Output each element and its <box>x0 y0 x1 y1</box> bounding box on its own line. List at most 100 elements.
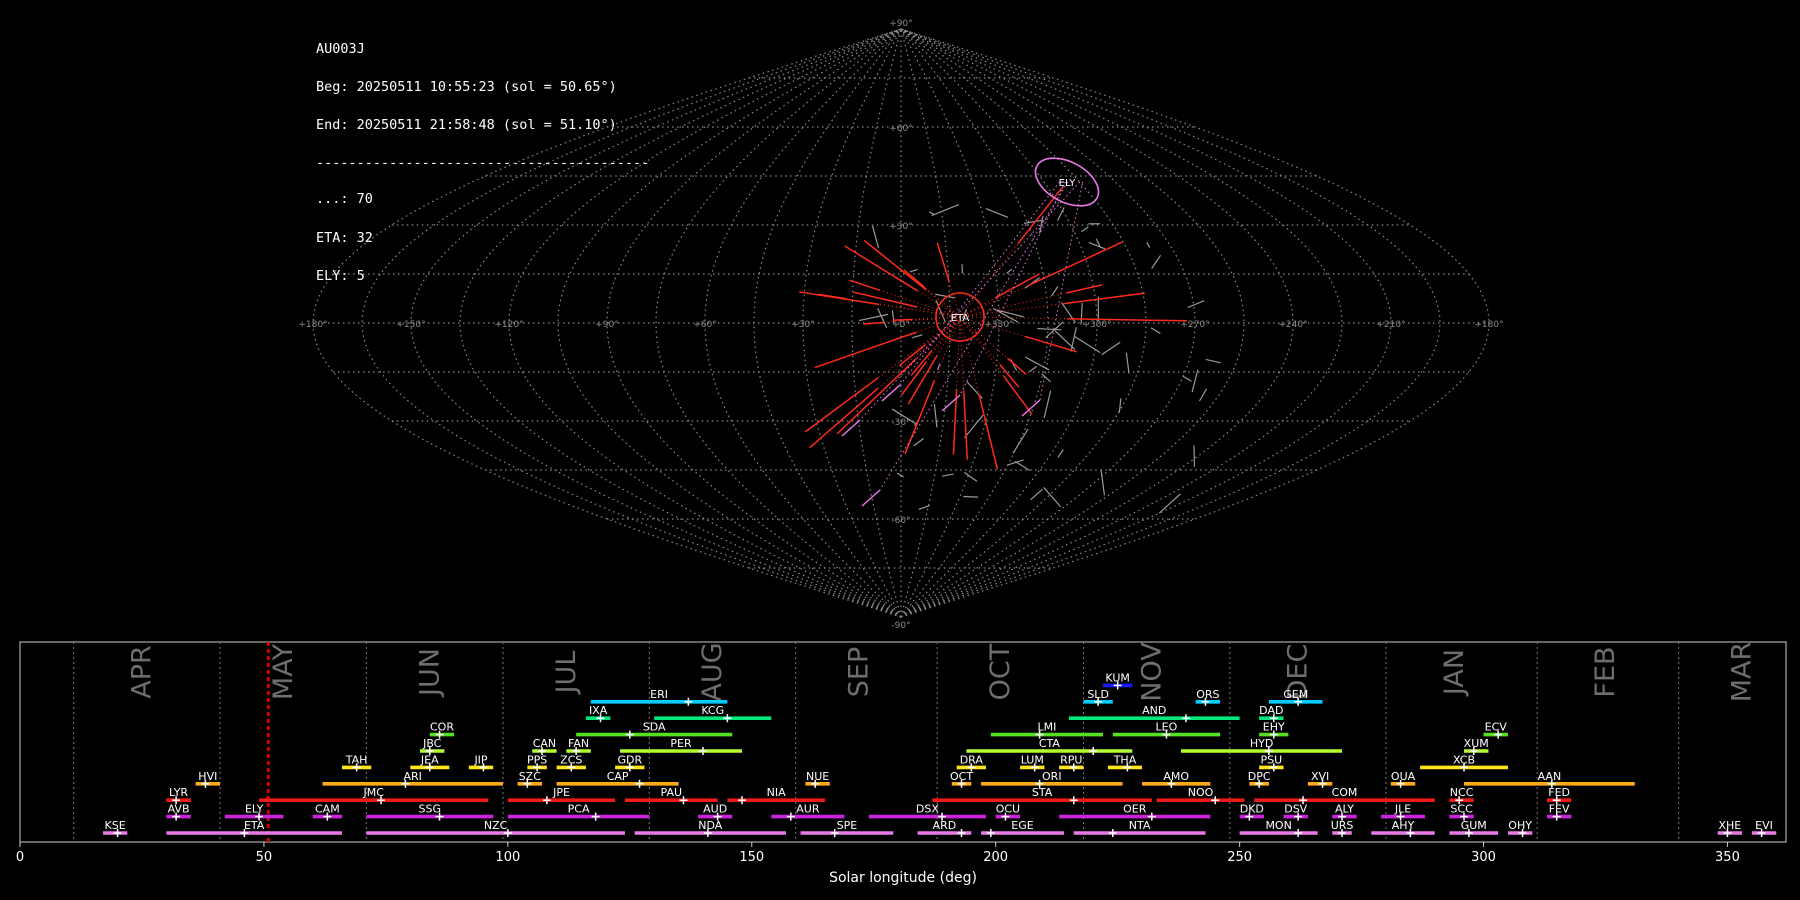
shower-label: NTA <box>1129 819 1151 832</box>
shower-can: CAN <box>532 737 557 755</box>
shower-label: SCC <box>1450 803 1473 816</box>
shower-zcs: ZCS <box>556 753 586 772</box>
month-label: JUN <box>414 648 445 698</box>
shower-label: ETA <box>244 819 265 832</box>
shower-label: OCT <box>950 770 973 783</box>
x-tick-label: 300 <box>1471 850 1496 865</box>
shower-lyr: LYR <box>166 786 191 805</box>
shower-label: PAU <box>661 786 683 799</box>
shower-label: JMC <box>362 786 384 799</box>
shower-jbc: JBC <box>420 737 445 755</box>
shower-label: NZC <box>484 819 508 832</box>
shower-aly: ALY <box>1332 803 1357 821</box>
shower-ohy: OHY <box>1507 819 1533 837</box>
shower-label: SPE <box>837 819 858 832</box>
x-tick-label: 100 <box>495 850 520 865</box>
shower-label: OCU <box>996 803 1020 816</box>
month-label: NOV <box>1136 642 1167 702</box>
shower-fed: FED <box>1546 786 1572 805</box>
shower-label: ECV <box>1485 721 1508 734</box>
x-tick-label: 150 <box>739 850 764 865</box>
shower-label: ORS <box>1196 688 1219 701</box>
shower-label: DKD <box>1240 803 1264 816</box>
shower-label: XCB <box>1453 753 1475 766</box>
shower-cam: CAM <box>312 803 342 821</box>
shower-label: FEV <box>1549 803 1570 816</box>
shower-label: PER <box>670 737 692 750</box>
shower-ecv: ECV <box>1483 721 1508 739</box>
shower-label: LEO <box>1156 721 1178 734</box>
shower-label: KCG <box>701 704 724 717</box>
shower-ncc: NCC <box>1449 786 1474 805</box>
shower-label: CTA <box>1039 737 1061 750</box>
shower-kse: KSE <box>102 819 128 837</box>
shower-label: ZCS <box>560 753 582 766</box>
shower-label: PCA <box>568 803 590 816</box>
shower-label: ERI <box>650 688 668 701</box>
shower-label: MON <box>1265 819 1291 832</box>
shower-label: GDR <box>617 753 642 766</box>
shower-label: NCC <box>1450 786 1474 799</box>
shower-label: THA <box>1113 753 1137 766</box>
shower-label: AVB <box>168 803 190 816</box>
shower-label: XHE <box>1719 819 1742 832</box>
shower-label: DPC <box>1248 770 1271 783</box>
shower-label: OUA <box>1391 770 1416 783</box>
shower-nue: NUE <box>805 770 830 788</box>
shower-label: AMO <box>1163 770 1189 783</box>
shower-label: COM <box>1332 786 1358 799</box>
shower-szc: SZC <box>517 770 542 788</box>
shower-label: OHY <box>1508 819 1532 832</box>
shower-label: ALY <box>1335 803 1354 816</box>
shower-evi: EVI <box>1751 819 1777 837</box>
shower-tah: TAH <box>341 753 372 772</box>
shower-label: EHY <box>1263 721 1285 734</box>
shower-dad: DAD <box>1259 704 1284 723</box>
x-tick-label: 50 <box>256 850 273 865</box>
shower-label: STA <box>1032 786 1053 799</box>
shower-label: LYR <box>169 786 188 799</box>
shower-label: JPE <box>552 786 570 799</box>
shower-gdr: GDR <box>615 753 645 772</box>
shower-xum: XUM <box>1464 737 1489 755</box>
shower-label: AUD <box>703 803 727 816</box>
month-label: JAN <box>1439 649 1470 697</box>
shower-dkd: DKD <box>1239 803 1265 821</box>
shower-label: HYD <box>1250 737 1273 750</box>
shower-label: JBC <box>422 737 442 750</box>
shower-label: OER <box>1123 803 1147 816</box>
month-label: FEB <box>1590 646 1621 697</box>
month-label: APR <box>126 645 157 699</box>
shower-label: NOO <box>1188 786 1214 799</box>
shower-hvi: HVI <box>195 770 221 788</box>
shower-label: CAM <box>315 803 340 816</box>
shower-label: AUR <box>796 803 820 816</box>
shower-label: AAN <box>1538 770 1562 783</box>
shower-ocu: OCU <box>995 803 1021 821</box>
shower-label: EVI <box>1755 819 1773 832</box>
shower-label: ARD <box>933 819 957 832</box>
shower-dpc: DPC <box>1248 770 1271 788</box>
shower-label: JLE <box>1394 803 1411 816</box>
shower-label: URS <box>1331 819 1354 832</box>
shower-label: DSX <box>916 803 939 816</box>
shower-label: TAH <box>345 753 368 766</box>
shower-label: CAP <box>607 770 629 783</box>
shower-label: COR <box>430 721 454 734</box>
shower-label: ARI <box>404 770 422 783</box>
shower-label: DRA <box>960 753 984 766</box>
shower-oua: OUA <box>1390 770 1416 788</box>
shower-label: SLD <box>1087 688 1109 701</box>
shower-label: LMI <box>1037 721 1056 734</box>
shower-psu: PSU <box>1259 753 1284 772</box>
shower-label: GEM <box>1283 688 1308 701</box>
month-label: MAR <box>1727 642 1758 703</box>
shower-label: LUM <box>1021 753 1044 766</box>
shower-label: XUM <box>1464 737 1489 750</box>
shower-sld: SLD <box>1083 688 1113 706</box>
shower-fan: FAN <box>566 737 591 755</box>
shower-label: EGE <box>1011 819 1033 832</box>
shower-rpu: RPU <box>1059 753 1084 772</box>
shower-ors: ORS <box>1195 688 1221 706</box>
shower-oct: OCT <box>950 770 973 788</box>
